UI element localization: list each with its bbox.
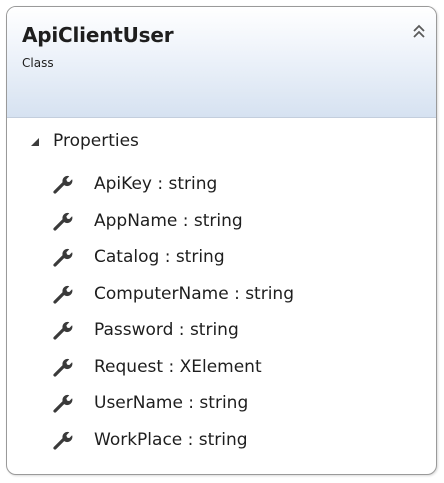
class-name: ApiClientUser — [22, 23, 174, 47]
property-signature: ComputerName : string — [94, 283, 294, 304]
wrench-icon — [51, 356, 73, 378]
property-item[interactable]: UserName : string — [51, 385, 294, 422]
property-item[interactable]: WorkPlace : string — [51, 422, 294, 459]
wrench-icon — [51, 283, 73, 305]
property-signature: ApiKey : string — [94, 174, 218, 195]
property-item[interactable]: Password : string — [51, 312, 294, 349]
property-signature: Catalog : string — [94, 247, 225, 268]
wrench-icon — [51, 173, 73, 195]
property-item[interactable]: Request : XElement — [51, 349, 294, 386]
wrench-icon — [51, 429, 73, 451]
property-signature: Request : XElement — [94, 356, 262, 377]
property-signature: UserName : string — [94, 393, 249, 414]
wrench-icon — [51, 246, 73, 268]
property-signature: WorkPlace : string — [94, 429, 248, 450]
class-header: ApiClientUser Class — [7, 7, 436, 118]
collapse-button[interactable] — [411, 23, 427, 41]
class-stereotype: Class — [22, 56, 54, 70]
property-list: ApiKey : string AppName : string Catalog… — [51, 166, 294, 458]
property-item[interactable]: ApiKey : string — [51, 166, 294, 203]
properties-compartment-header[interactable]: Properties — [29, 129, 139, 153]
property-signature: Password : string — [94, 320, 239, 341]
property-signature: AppName : string — [94, 210, 243, 231]
property-item[interactable]: ComputerName : string — [51, 276, 294, 313]
property-item[interactable]: AppName : string — [51, 203, 294, 240]
expanded-triangle-icon[interactable] — [29, 135, 41, 147]
properties-label: Properties — [53, 131, 139, 151]
wrench-icon — [51, 210, 73, 232]
double-chevron-up-icon — [413, 24, 425, 38]
wrench-icon — [51, 392, 73, 414]
property-item[interactable]: Catalog : string — [51, 239, 294, 276]
class-shape[interactable]: ApiClientUser Class Properties ApiKey : … — [6, 6, 437, 475]
wrench-icon — [51, 319, 73, 341]
